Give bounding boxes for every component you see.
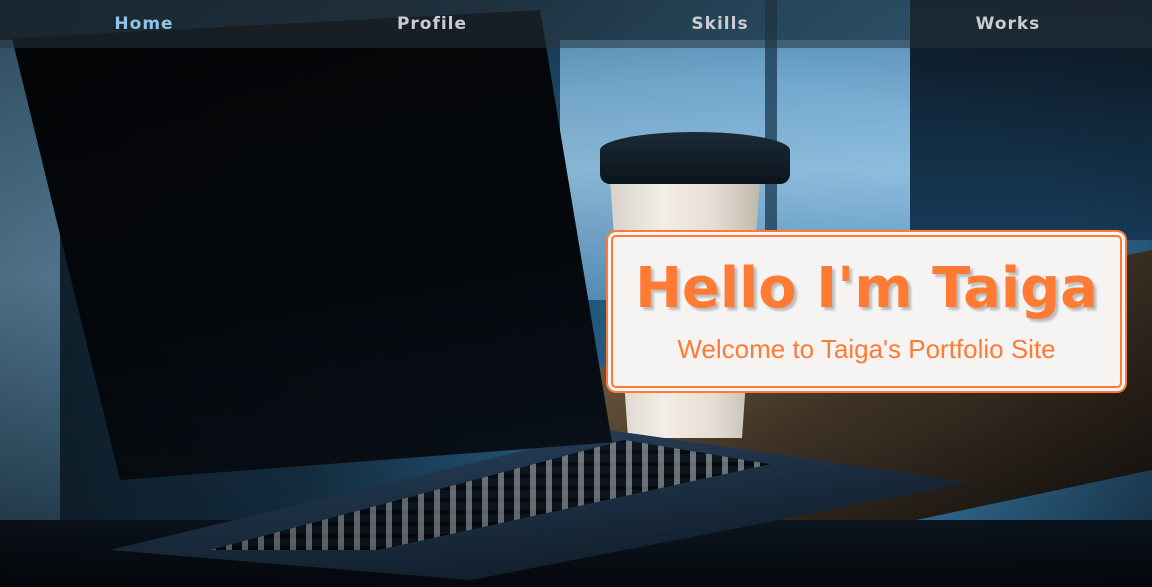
hero-subtitle: Welcome to Taiga's Portfolio Site xyxy=(677,334,1056,364)
nav-link-home[interactable]: Home xyxy=(0,0,288,48)
hero-title: Hello I'm Taiga xyxy=(635,256,1098,321)
nav-link-works[interactable]: Works xyxy=(864,0,1152,48)
hero-section: Home Profile Skills Works Hello I'm Taig… xyxy=(0,0,1152,587)
hero-title-card: Hello I'm Taiga Welcome to Taiga's Portf… xyxy=(611,235,1122,388)
nav-link-skills[interactable]: Skills xyxy=(576,0,864,48)
nav-link-profile[interactable]: Profile xyxy=(288,0,576,48)
top-navigation: Home Profile Skills Works xyxy=(0,0,1152,48)
